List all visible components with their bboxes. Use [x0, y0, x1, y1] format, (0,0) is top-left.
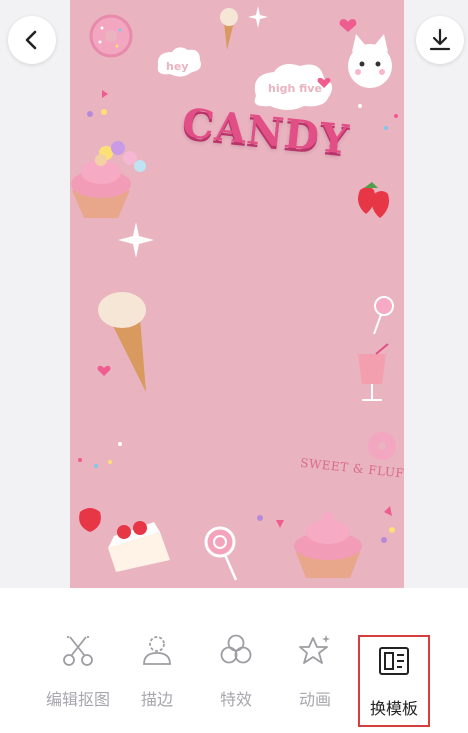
tool-label: 描边 — [140, 690, 173, 709]
high-five-bubble-text: high five — [268, 82, 322, 95]
template-icon — [374, 641, 414, 681]
heart-sticker — [339, 19, 357, 32]
strawberry-sticker — [358, 182, 389, 218]
tool-label: 换模板 — [369, 699, 418, 718]
cocktail-sticker — [358, 343, 389, 401]
ice-cream-cone-small-sticker — [220, 8, 238, 50]
scissors-icon — [58, 630, 98, 670]
poster-decorations: hey high five — [71, 6, 398, 581]
bottom-toolbar: 编辑抠图 描边 特效 动画 换模板 — [0, 588, 468, 733]
back-button[interactable] — [8, 16, 56, 64]
heart-sticker — [97, 365, 111, 376]
donut-sticker — [89, 14, 133, 58]
tool-edit-cutout[interactable]: 编辑抠图 — [38, 624, 118, 714]
tool-animation[interactable]: 动画 — [275, 624, 355, 714]
sparkle-sticker — [118, 222, 154, 258]
tool-label: 编辑抠图 — [45, 690, 110, 709]
hey-bubble-text: hey — [166, 60, 188, 73]
lollipop-sticker — [204, 526, 238, 581]
tool-change-template[interactable]: 换模板 — [358, 635, 430, 727]
cat-sticker — [348, 34, 392, 88]
tool-label: 动画 — [298, 690, 331, 709]
tool-label: 特效 — [219, 690, 252, 709]
cupcake-sticker — [71, 154, 131, 218]
editor-canvas: hey high five CANDY SWEET & FLUFFY — [0, 0, 468, 588]
cake-slice-sticker — [108, 521, 170, 572]
circles-icon — [216, 630, 256, 670]
donut-sticker — [368, 432, 396, 460]
cupcake-sticker — [294, 512, 362, 578]
download-icon — [429, 28, 451, 51]
star-icon — [295, 630, 335, 670]
chevron-left-icon — [25, 30, 37, 50]
strawberry-sticker — [79, 508, 101, 532]
template-poster[interactable]: hey high five CANDY SWEET & FLUFFY — [70, 0, 404, 588]
sparkle-sticker — [248, 6, 268, 28]
tool-effects[interactable]: 特效 — [196, 624, 276, 714]
download-button[interactable] — [416, 16, 464, 64]
high-five-bubble-sticker: high five — [254, 64, 333, 110]
lollipop-sticker — [373, 296, 394, 335]
tool-stroke[interactable]: 描边 — [117, 624, 197, 714]
person-outline-icon — [137, 630, 177, 670]
ice-cream-cone-sticker — [98, 292, 146, 392]
hey-bubble-sticker: hey — [157, 47, 201, 77]
